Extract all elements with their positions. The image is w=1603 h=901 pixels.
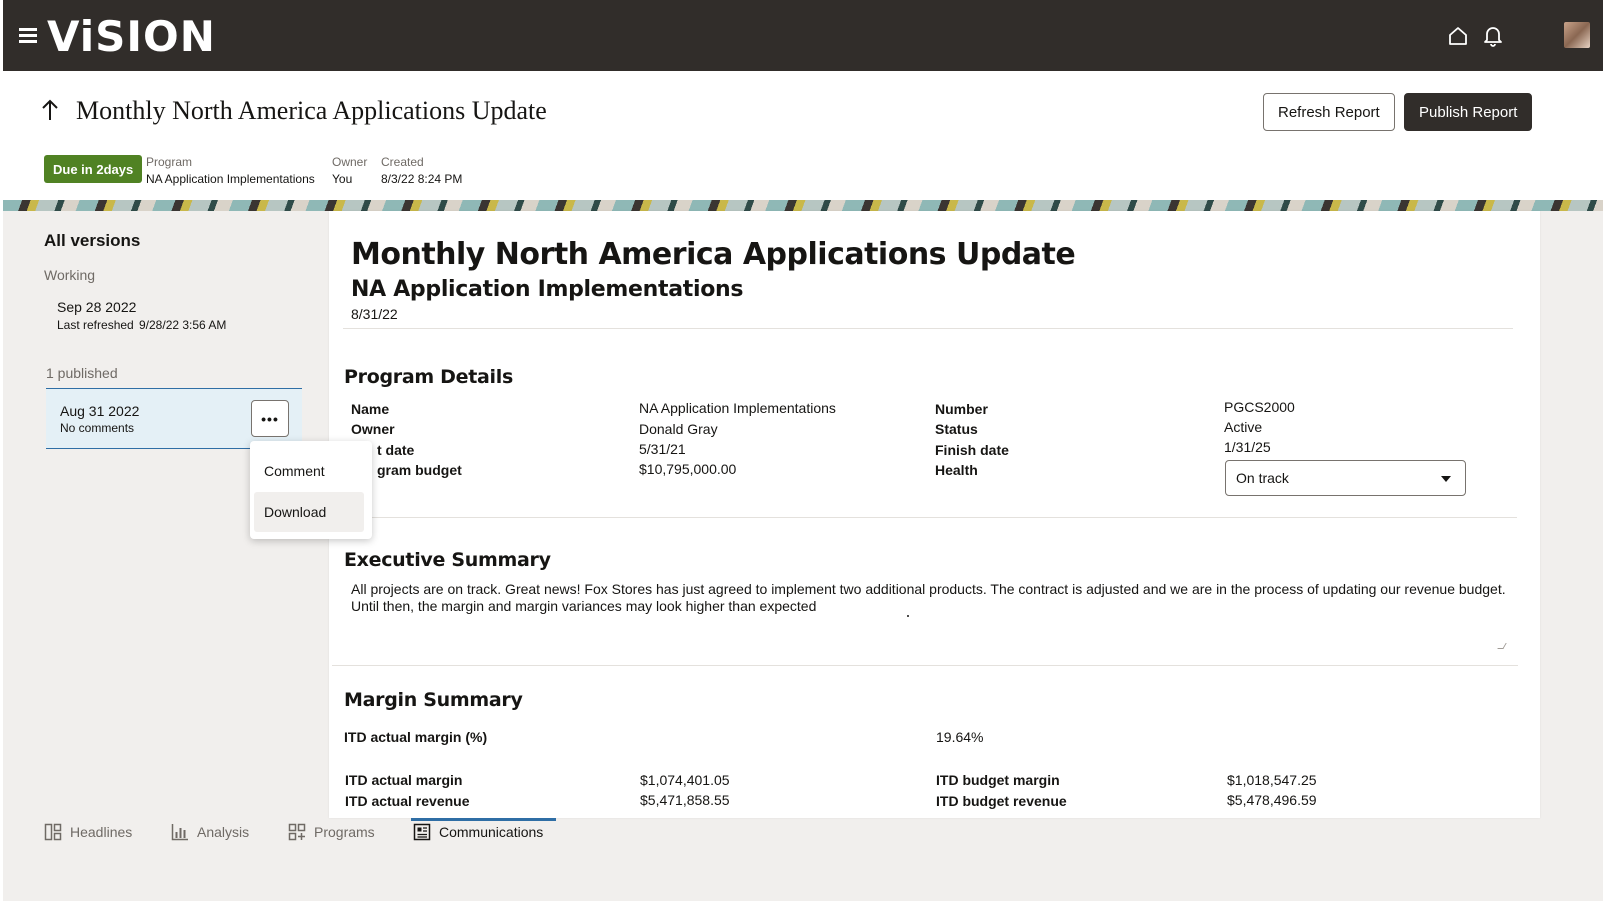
owner-meta: Owner You [332, 155, 367, 186]
executive-summary-heading: Executive Summary [344, 549, 551, 571]
report-card: Monthly North America Applications Updat… [329, 211, 1540, 818]
start-date-label: t date [377, 442, 415, 458]
tab-communications-label: Communications [439, 824, 544, 840]
divider [332, 665, 1518, 666]
program-meta: Program NA Application Implementations [146, 155, 315, 186]
program-details-heading: Program Details [344, 366, 513, 388]
headlines-icon [44, 823, 62, 841]
due-badge: Due in 2days [44, 155, 143, 183]
start-date-value: 5/31/21 [639, 441, 686, 457]
program-budget-label: gram budget [377, 462, 462, 478]
tab-analysis[interactable]: Analysis [171, 818, 249, 846]
text-cursor-dot [907, 615, 909, 617]
decorative-banner [3, 200, 1603, 211]
health-label: Health [935, 462, 978, 478]
analysis-icon [171, 824, 188, 841]
publish-report-button[interactable]: Publish Report [1404, 93, 1533, 131]
top-bar: ViSION [3, 0, 1603, 71]
actions-menu: Comment Download [250, 441, 372, 539]
working-refreshed-label: Last refreshed [57, 318, 134, 332]
report-date: 8/31/22 [351, 306, 398, 322]
tab-programs-label: Programs [314, 824, 375, 840]
owner-label: Owner [351, 421, 395, 437]
working-label: Working [44, 267, 96, 283]
menu-item-comment[interactable]: Comment [254, 451, 364, 491]
created-meta: Created 8/3/22 8:24 PM [381, 155, 462, 186]
active-tab-indicator [411, 818, 556, 821]
communications-icon [413, 823, 431, 841]
itd-actual-revenue-label: ITD actual revenue [345, 793, 470, 809]
resize-handle-icon[interactable] [1497, 643, 1507, 649]
tab-programs[interactable]: Programs [288, 818, 375, 846]
divider [343, 328, 1513, 329]
executive-summary-text[interactable]: All projects are on track. Great news! F… [351, 581, 1511, 615]
versions-title: All versions [44, 231, 141, 250]
published-version-date: Aug 31 2022 [60, 403, 140, 419]
status-label: Status [935, 421, 978, 437]
itd-budget-margin-label: ITD budget margin [936, 772, 1060, 788]
name-value: NA Application Implementations [639, 400, 836, 416]
home-icon[interactable] [1446, 24, 1470, 48]
itd-actual-margin-value: $1,074,401.05 [640, 772, 730, 788]
program-value: NA Application Implementations [146, 172, 315, 186]
name-label: Name [351, 401, 390, 417]
tab-analysis-label: Analysis [197, 824, 250, 840]
owner-value: Donald Gray [639, 421, 718, 437]
working-refreshed-value: 9/28/22 3:56 AM [139, 318, 227, 332]
owner-label: Owner [332, 155, 368, 169]
divider [333, 517, 1517, 518]
hamburger-menu-icon[interactable] [19, 28, 37, 43]
tab-communications[interactable]: Communications [413, 818, 543, 846]
report-title: Monthly North America Applications Updat… [351, 237, 1076, 272]
programs-icon [288, 823, 306, 841]
itd-actual-revenue-value: $5,471,858.55 [640, 792, 730, 808]
itd-margin-pct-value: 19.64% [936, 729, 984, 745]
finish-date-value: 1/31/25 [1224, 439, 1271, 455]
program-label: Program [146, 155, 193, 169]
more-actions-button[interactable]: ••• [251, 400, 289, 437]
report-subtitle: NA Application Implementations [351, 277, 744, 302]
working-version-date[interactable]: Sep 28 2022 [57, 299, 136, 315]
number-label: Number [935, 401, 988, 417]
published-version-comments: No comments [60, 421, 135, 435]
itd-margin-pct-label: ITD actual margin (%) [344, 729, 488, 745]
refresh-report-button[interactable]: Refresh Report [1263, 93, 1395, 131]
finish-date-label: Finish date [935, 442, 1009, 458]
itd-budget-revenue-label: ITD budget revenue [936, 793, 1067, 809]
published-count-label: 1 published [46, 365, 118, 381]
chevron-down-icon [1441, 476, 1451, 482]
program-budget-value: $10,795,000.00 [639, 461, 737, 477]
page-title: Monthly North America Applications Updat… [76, 96, 547, 125]
tab-headlines[interactable]: Headlines [44, 818, 132, 846]
tab-headlines-label: Headlines [70, 824, 133, 840]
health-select-value: On track [1236, 470, 1289, 486]
itd-actual-margin-label: ITD actual margin [345, 772, 463, 788]
bell-icon[interactable] [1481, 24, 1505, 48]
menu-item-download[interactable]: Download [254, 492, 364, 532]
status-value: Active [1224, 419, 1263, 435]
app-logo: ViSION [47, 12, 216, 61]
created-value: 8/3/22 8:24 PM [381, 172, 463, 186]
itd-budget-margin-value: $1,018,547.25 [1227, 772, 1317, 788]
user-avatar[interactable] [1564, 22, 1590, 48]
back-arrow-icon[interactable] [40, 98, 60, 122]
health-select[interactable]: On track [1225, 460, 1466, 496]
owner-value: You [332, 172, 353, 186]
margin-summary-heading: Margin Summary [344, 689, 523, 711]
number-value: PGCS2000 [1224, 399, 1295, 415]
created-label: Created [381, 155, 424, 169]
itd-budget-revenue-value: $5,478,496.59 [1227, 792, 1317, 808]
